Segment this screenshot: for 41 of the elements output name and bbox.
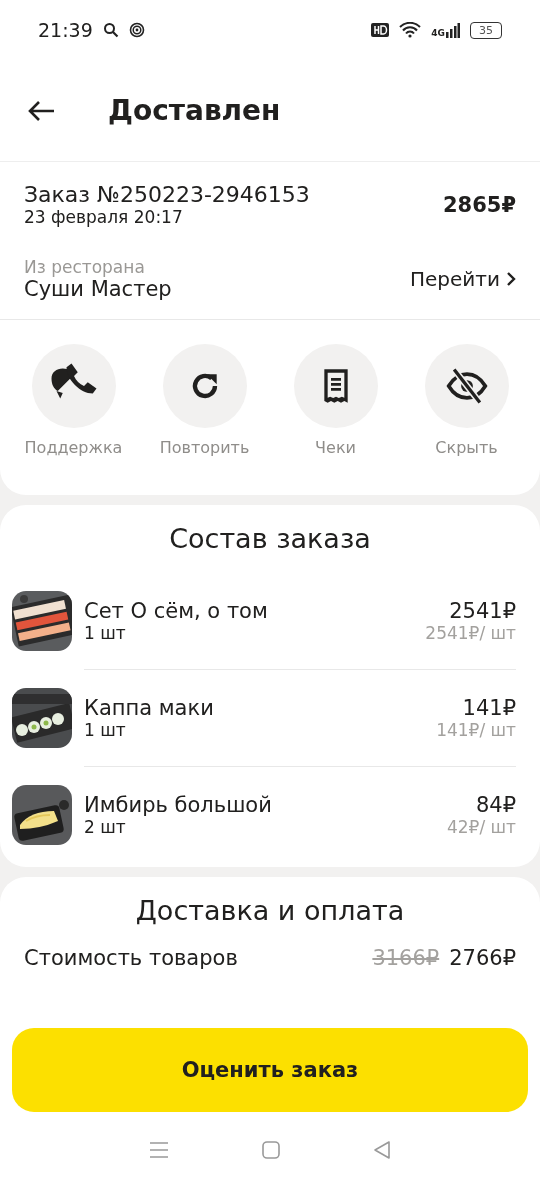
action-label: Чеки bbox=[315, 438, 356, 457]
action-label: Повторить bbox=[159, 438, 250, 457]
action-label: Скрыть bbox=[435, 438, 498, 457]
item-quantity: 2 шт bbox=[84, 817, 127, 837]
restaurant-name: Суши Мастер bbox=[24, 277, 172, 301]
home-square-icon[interactable] bbox=[261, 1140, 281, 1160]
section-title: Доставка и оплата bbox=[134, 895, 406, 926]
unit-price: 42₽/ шт bbox=[446, 817, 516, 837]
signal-icon bbox=[446, 22, 460, 38]
action-label: Поддержка bbox=[24, 438, 123, 457]
item-quantity: 1 шт bbox=[84, 720, 127, 740]
section-title: Состав заказа bbox=[168, 523, 372, 554]
chevron-right-icon bbox=[506, 271, 516, 287]
item-price: 84₽ bbox=[474, 793, 516, 817]
item-name: Имбирь большой bbox=[84, 793, 272, 817]
row-label: Стоимость товаров bbox=[24, 946, 238, 970]
search-icon bbox=[102, 22, 119, 38]
old-price: 3166₽ bbox=[372, 946, 440, 970]
wifi-icon bbox=[399, 22, 422, 38]
back-button[interactable] bbox=[26, 98, 56, 123]
row-value: 2766₽ bbox=[449, 946, 516, 970]
back-triangle-icon[interactable] bbox=[372, 1140, 393, 1160]
network-label: 4G bbox=[431, 28, 445, 38]
item-price: 2541₽ bbox=[448, 598, 516, 623]
unit-price: 141₽/ шт bbox=[436, 720, 516, 740]
item-price: 141₽ bbox=[461, 696, 516, 720]
order-date: 23 февраля 20:17 bbox=[24, 207, 184, 227]
page-title: Доставлен bbox=[108, 94, 281, 127]
hd-icon bbox=[371, 23, 390, 37]
clock: 21:39 bbox=[38, 19, 93, 41]
item-quantity: 1 шт bbox=[84, 622, 127, 643]
battery-indicator: 35 bbox=[470, 21, 502, 39]
rate-order-button[interactable]: Оценить заказ bbox=[12, 1028, 528, 1112]
order-total: 2865₽ bbox=[442, 192, 516, 217]
item-name: Сет О сём, о том bbox=[84, 598, 268, 623]
go-link[interactable]: Перейти bbox=[410, 267, 516, 291]
item-name: Каппа маки bbox=[84, 696, 214, 720]
back-arrow-icon bbox=[26, 98, 56, 123]
order-number: Заказ №250223-2946153 bbox=[24, 182, 310, 207]
unit-price: 2541₽/ шт bbox=[425, 622, 516, 643]
restaurant-label: Из ресторана bbox=[24, 257, 146, 277]
